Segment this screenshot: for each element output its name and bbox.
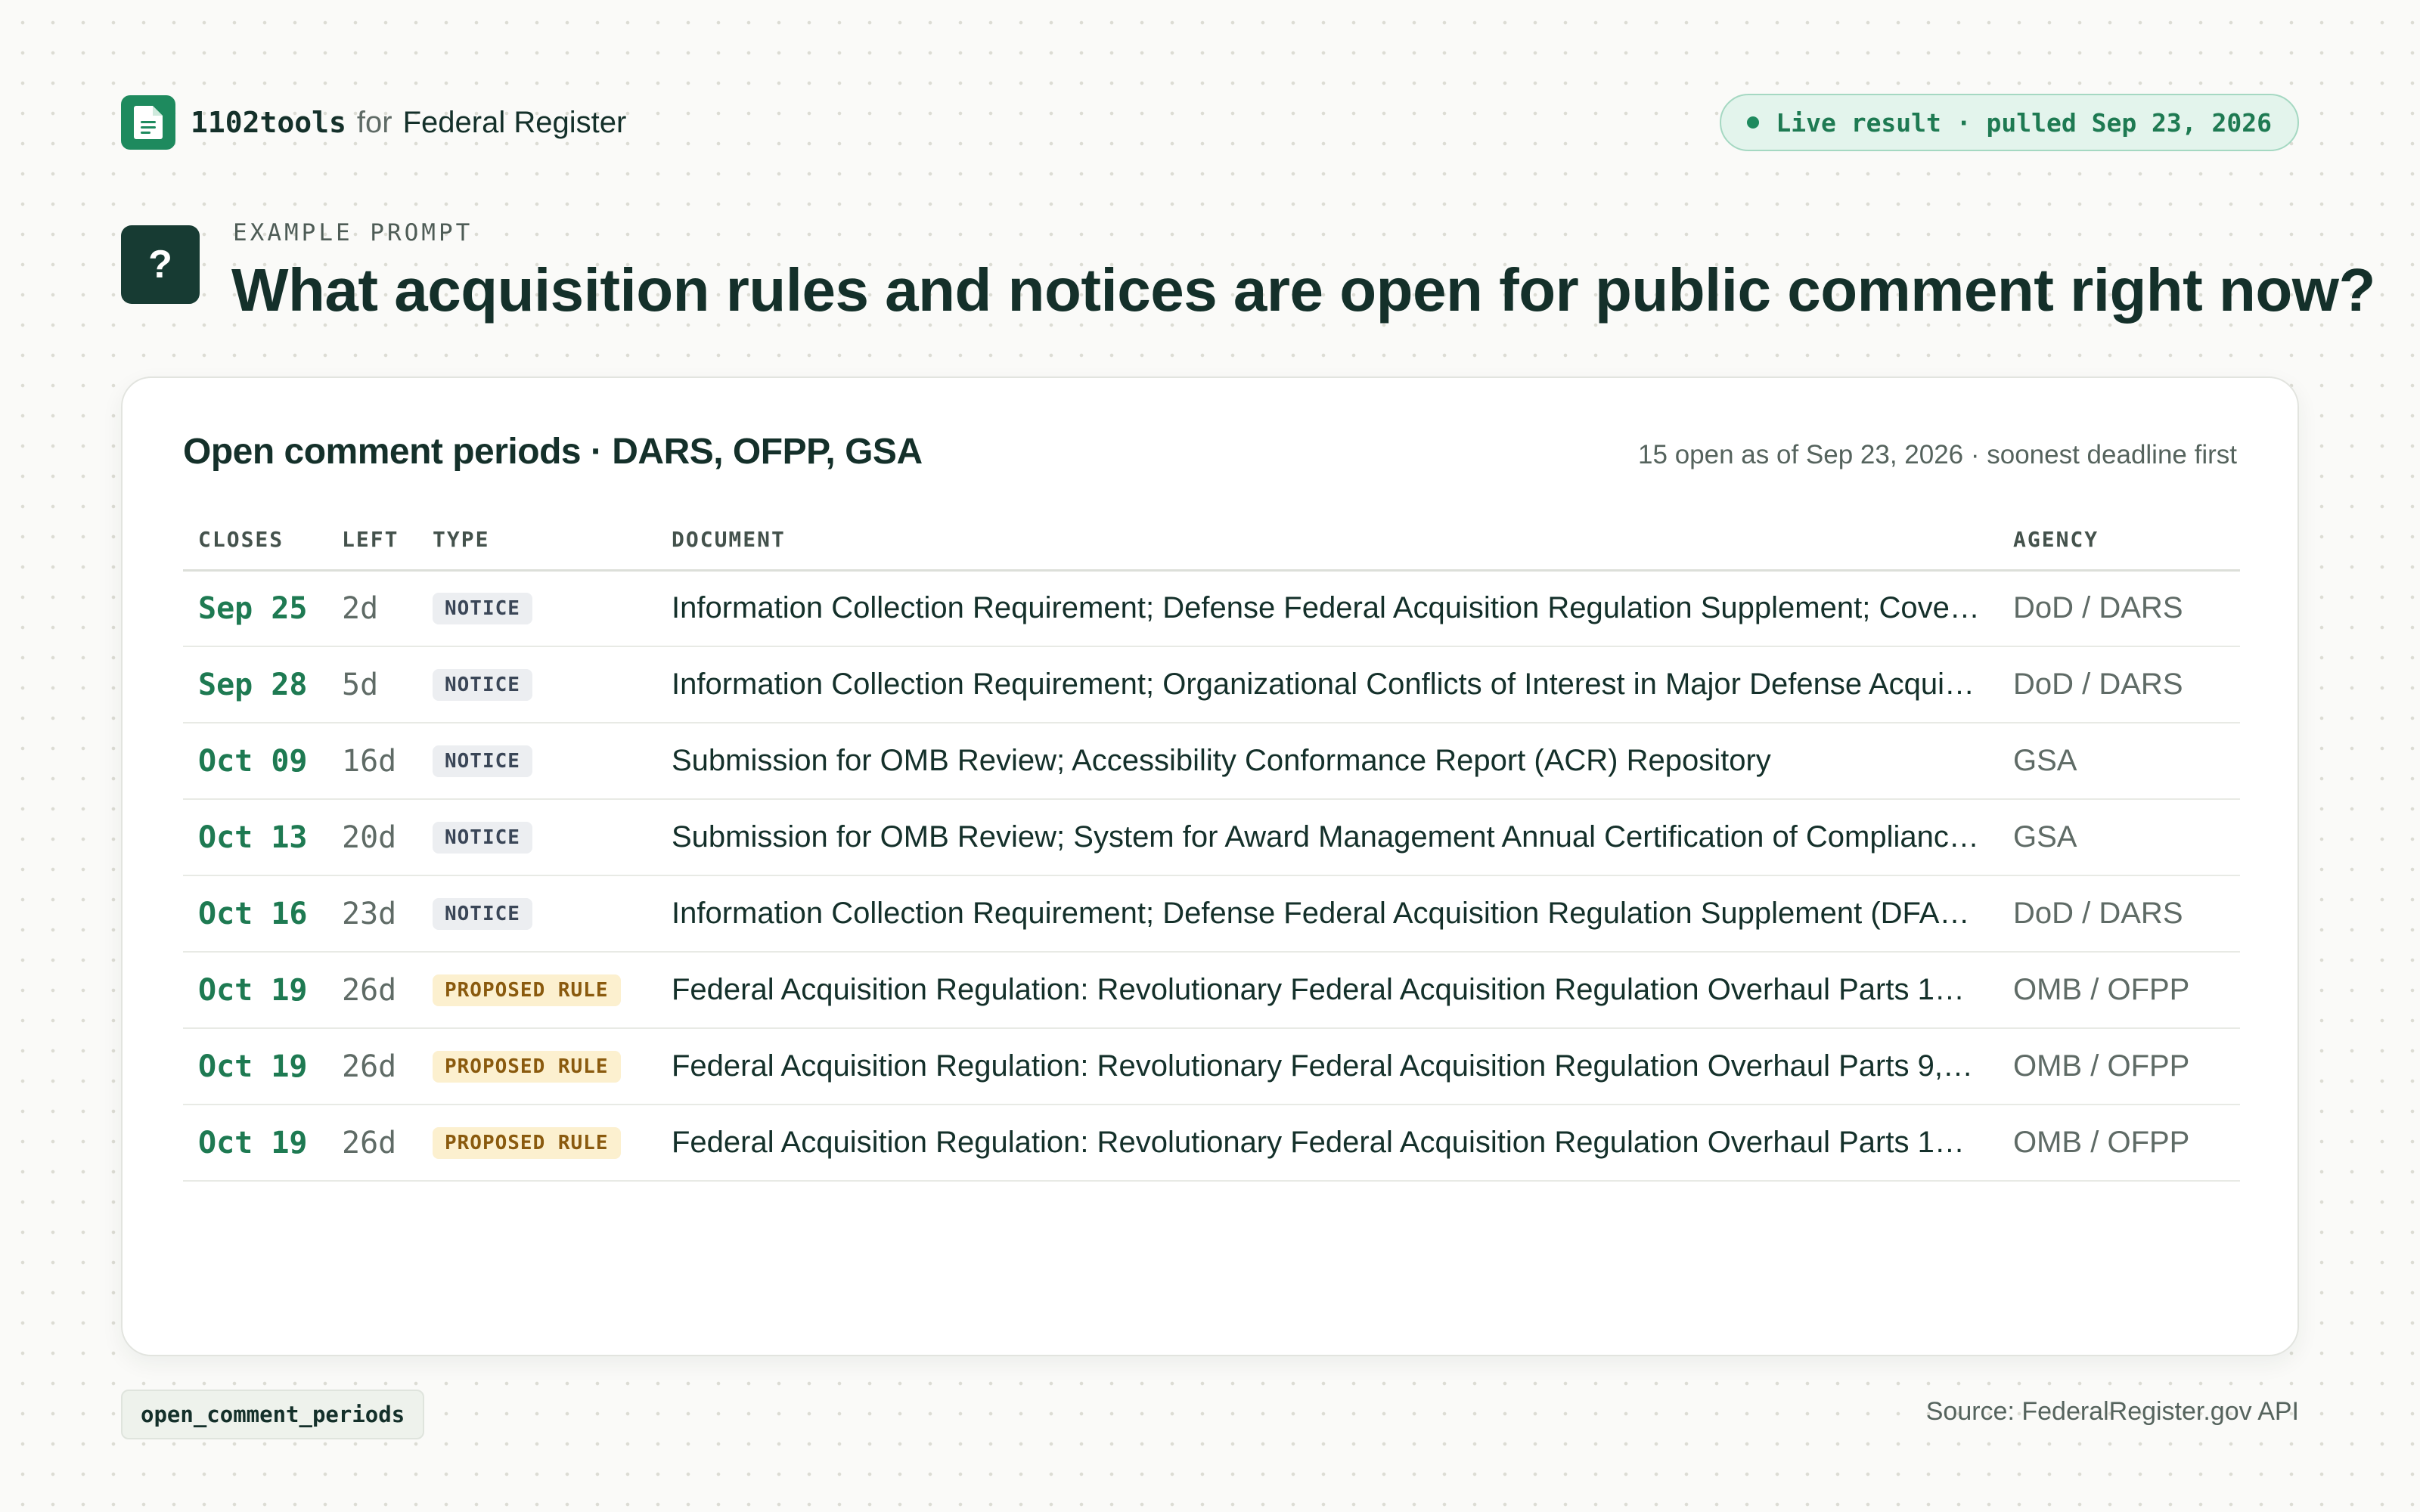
closes-date: Oct 16 [183, 875, 331, 953]
closes-date: Oct 19 [183, 952, 331, 1029]
type-badge: PROPOSED RULE [433, 1050, 621, 1083]
type-cell: PROPOSED RULE [422, 1105, 656, 1182]
column-header-document[interactable]: DOCUMENT [656, 510, 1998, 572]
agency-name: OMB / OFPP [1998, 1105, 2240, 1182]
agency-name: OMB / OFPP [1998, 1028, 2240, 1105]
agency-name: DoD / DARS [1998, 875, 2240, 953]
brand-tool-name: 1102tools [191, 106, 346, 139]
days-left: 5d [331, 646, 422, 723]
table-row[interactable]: Oct 09 16d NOTICE Submission for OMB Review… [183, 723, 2240, 800]
days-left: 23d [331, 875, 422, 953]
days-left: 26d [331, 952, 422, 1029]
table-row[interactable]: Sep 28 5d NOTICE Information Collection Req… [183, 646, 2240, 723]
tool-name-chip: open_comment_periods [121, 1390, 425, 1439]
prompt-label: EXAMPLE PROMPT [233, 219, 473, 246]
agency-name: DoD / DARS [1998, 570, 2240, 647]
brand-product-name: Federal Register [402, 105, 627, 139]
brand: 1102tools for Federal Register [121, 95, 626, 150]
column-header-type[interactable]: TYPE [422, 510, 656, 572]
source-attribution: Source: FederalRegister.gov API [1925, 1397, 2299, 1426]
closes-date: Oct 19 [183, 1105, 331, 1182]
brand-connector: for [356, 105, 392, 139]
document-title[interactable]: Federal Acquisition Regulation: Revoluti… [656, 952, 1998, 1029]
document-title[interactable]: Federal Acquisition Regulation: Revoluti… [656, 1105, 1998, 1182]
document-title[interactable]: Federal Acquisition Regulation: Revoluti… [656, 1028, 1998, 1105]
document-icon [121, 95, 175, 150]
table-row[interactable]: Oct 19 26d PROPOSED RULE Federal Acquisitio… [183, 1105, 2240, 1182]
closes-date: Sep 25 [183, 570, 331, 647]
column-header-agency[interactable]: AGENCY [1998, 510, 2240, 572]
closes-date: Sep 28 [183, 646, 331, 723]
type-badge: NOTICE [433, 745, 532, 777]
type-cell: PROPOSED RULE [422, 1028, 656, 1105]
table-row[interactable]: Sep 25 2d NOTICE Information Collection Req… [183, 570, 2240, 647]
days-left: 2d [331, 570, 422, 647]
type-badge: PROPOSED RULE [433, 974, 621, 1006]
agency-name: OMB / OFPP [1998, 952, 2240, 1029]
type-badge: NOTICE [433, 668, 532, 701]
type-cell: NOTICE [422, 646, 656, 723]
question-icon: ? [121, 225, 200, 304]
type-cell: NOTICE [422, 799, 656, 876]
agency-name: GSA [1998, 799, 2240, 876]
document-title[interactable]: Submission for OMB Review; Accessibility… [656, 723, 1998, 800]
table-row[interactable]: Oct 19 26d PROPOSED RULE Federal Acquisitio… [183, 1028, 2240, 1105]
type-badge: NOTICE [433, 821, 532, 854]
document-title[interactable]: Information Collection Requirement; Defe… [656, 570, 1998, 647]
agency-name: GSA [1998, 723, 2240, 800]
table-row[interactable]: Oct 19 26d PROPOSED RULE Federal Acquisitio… [183, 952, 2240, 1029]
live-result-badge: Live result · pulled Sep 23, 2026 [1720, 94, 2299, 151]
agency-name: DoD / DARS [1998, 646, 2240, 723]
type-badge: PROPOSED RULE [433, 1126, 621, 1159]
closes-date: Oct 19 [183, 1028, 331, 1105]
type-badge: NOTICE [433, 897, 532, 930]
table-row[interactable]: Oct 13 20d NOTICE Submission for OMB Review… [183, 799, 2240, 876]
document-title[interactable]: Submission for OMB Review; System for Aw… [656, 799, 1998, 876]
type-badge: NOTICE [433, 592, 532, 624]
table-row[interactable]: Oct 16 23d NOTICE Information Collection Re… [183, 875, 2240, 953]
days-left: 26d [331, 1105, 422, 1182]
live-result-text: Live result · pulled Sep 23, 2026 [1776, 107, 2272, 138]
table-header-row: CLOSES LEFT TYPE DOCUMENT AGENCY [183, 510, 2240, 572]
prompt-question: What acquisition rules and notices are o… [231, 256, 2375, 324]
results-card: Open comment periods · DARS, OFPP, GSA 1… [121, 376, 2299, 1356]
days-left: 20d [331, 799, 422, 876]
type-cell: NOTICE [422, 570, 656, 647]
card-meta: 15 open as of Sep 23, 2026 · soonest dea… [1638, 440, 2237, 469]
document-title[interactable]: Information Collection Requirement; Orga… [656, 646, 1998, 723]
type-cell: PROPOSED RULE [422, 952, 656, 1029]
live-dot-icon [1747, 116, 1760, 129]
closes-date: Oct 09 [183, 723, 331, 800]
document-title[interactable]: Information Collection Requirement; Defe… [656, 875, 1998, 953]
days-left: 16d [331, 723, 422, 800]
column-header-closes[interactable]: CLOSES [183, 510, 331, 572]
type-cell: NOTICE [422, 723, 656, 800]
closes-date: Oct 13 [183, 799, 331, 876]
card-title: Open comment periods · DARS, OFPP, GSA [183, 432, 923, 472]
column-header-left[interactable]: LEFT [331, 510, 422, 572]
type-cell: NOTICE [422, 875, 656, 953]
days-left: 26d [331, 1028, 422, 1105]
comment-periods-table: CLOSES LEFT TYPE DOCUMENT AGENCY Sep 25 2… [183, 510, 2240, 1182]
